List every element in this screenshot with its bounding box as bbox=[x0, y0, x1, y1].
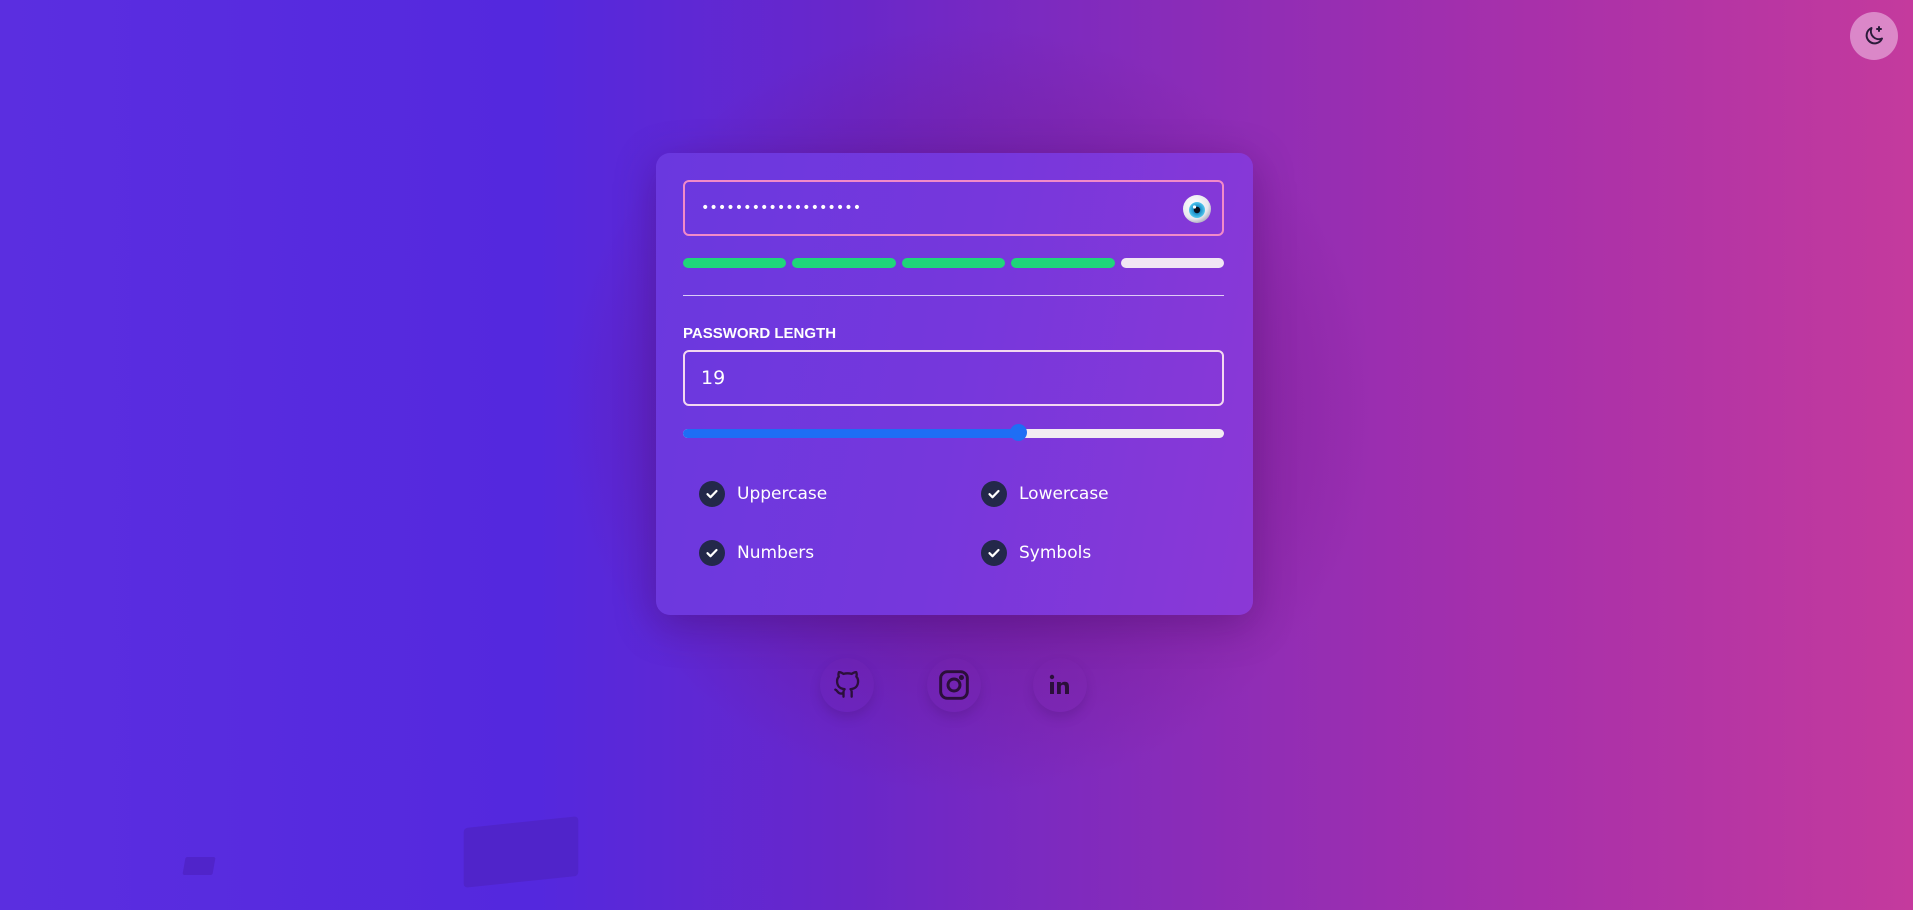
symbols-option[interactable]: Symbols bbox=[981, 540, 1091, 566]
slider-fill bbox=[683, 429, 1019, 438]
lowercase-label: Lowercase bbox=[1019, 484, 1109, 504]
linkedin-link[interactable] bbox=[1033, 658, 1087, 712]
uppercase-option[interactable]: Uppercase bbox=[699, 481, 827, 507]
checkbox-uppercase[interactable] bbox=[699, 481, 725, 507]
numbers-label: Numbers bbox=[737, 543, 815, 563]
generator-card: ••••••••••••••••••• PASSWORD LENGTH 19 U… bbox=[656, 153, 1253, 615]
strength-segment bbox=[683, 258, 787, 268]
checkmark-icon bbox=[706, 548, 718, 558]
checkbox-numbers[interactable] bbox=[699, 540, 725, 566]
numbers-option[interactable]: Numbers bbox=[699, 540, 814, 566]
symbols-label: Symbols bbox=[1019, 543, 1092, 563]
strength-segment bbox=[1011, 258, 1115, 268]
instagram-icon bbox=[939, 670, 969, 700]
instagram-link[interactable] bbox=[927, 658, 981, 712]
decorative-shape bbox=[463, 816, 579, 888]
github-icon bbox=[834, 671, 860, 698]
github-link[interactable] bbox=[820, 658, 874, 712]
password-length-label: PASSWORD LENGTH bbox=[683, 325, 837, 342]
checkmark-icon bbox=[988, 548, 1000, 558]
linkedin-icon bbox=[1049, 674, 1069, 694]
strength-segment bbox=[1120, 258, 1225, 268]
password-value: ••••••••••••••••••• bbox=[701, 200, 862, 216]
decorative-shape bbox=[182, 857, 216, 875]
slider-thumb[interactable] bbox=[1009, 424, 1027, 441]
password-length-slider[interactable] bbox=[683, 424, 1224, 442]
checkbox-symbols[interactable] bbox=[981, 540, 1007, 566]
strength-segment bbox=[792, 258, 896, 268]
strength-segment bbox=[901, 258, 1006, 268]
password-field[interactable]: ••••••••••••••••••• bbox=[683, 180, 1224, 236]
checkmark-icon bbox=[706, 489, 718, 499]
divider bbox=[683, 295, 1224, 296]
theme-toggle-button[interactable] bbox=[1850, 12, 1898, 60]
password-length-input[interactable] bbox=[683, 350, 1224, 406]
eye-icon[interactable] bbox=[1182, 194, 1212, 224]
uppercase-label: Uppercase bbox=[737, 484, 828, 504]
checkbox-lowercase[interactable] bbox=[981, 481, 1007, 507]
lowercase-option[interactable]: Lowercase bbox=[981, 481, 1109, 507]
strength-meter bbox=[683, 258, 1225, 268]
moon-star-icon bbox=[1865, 26, 1883, 45]
checkmark-icon bbox=[988, 489, 1000, 499]
